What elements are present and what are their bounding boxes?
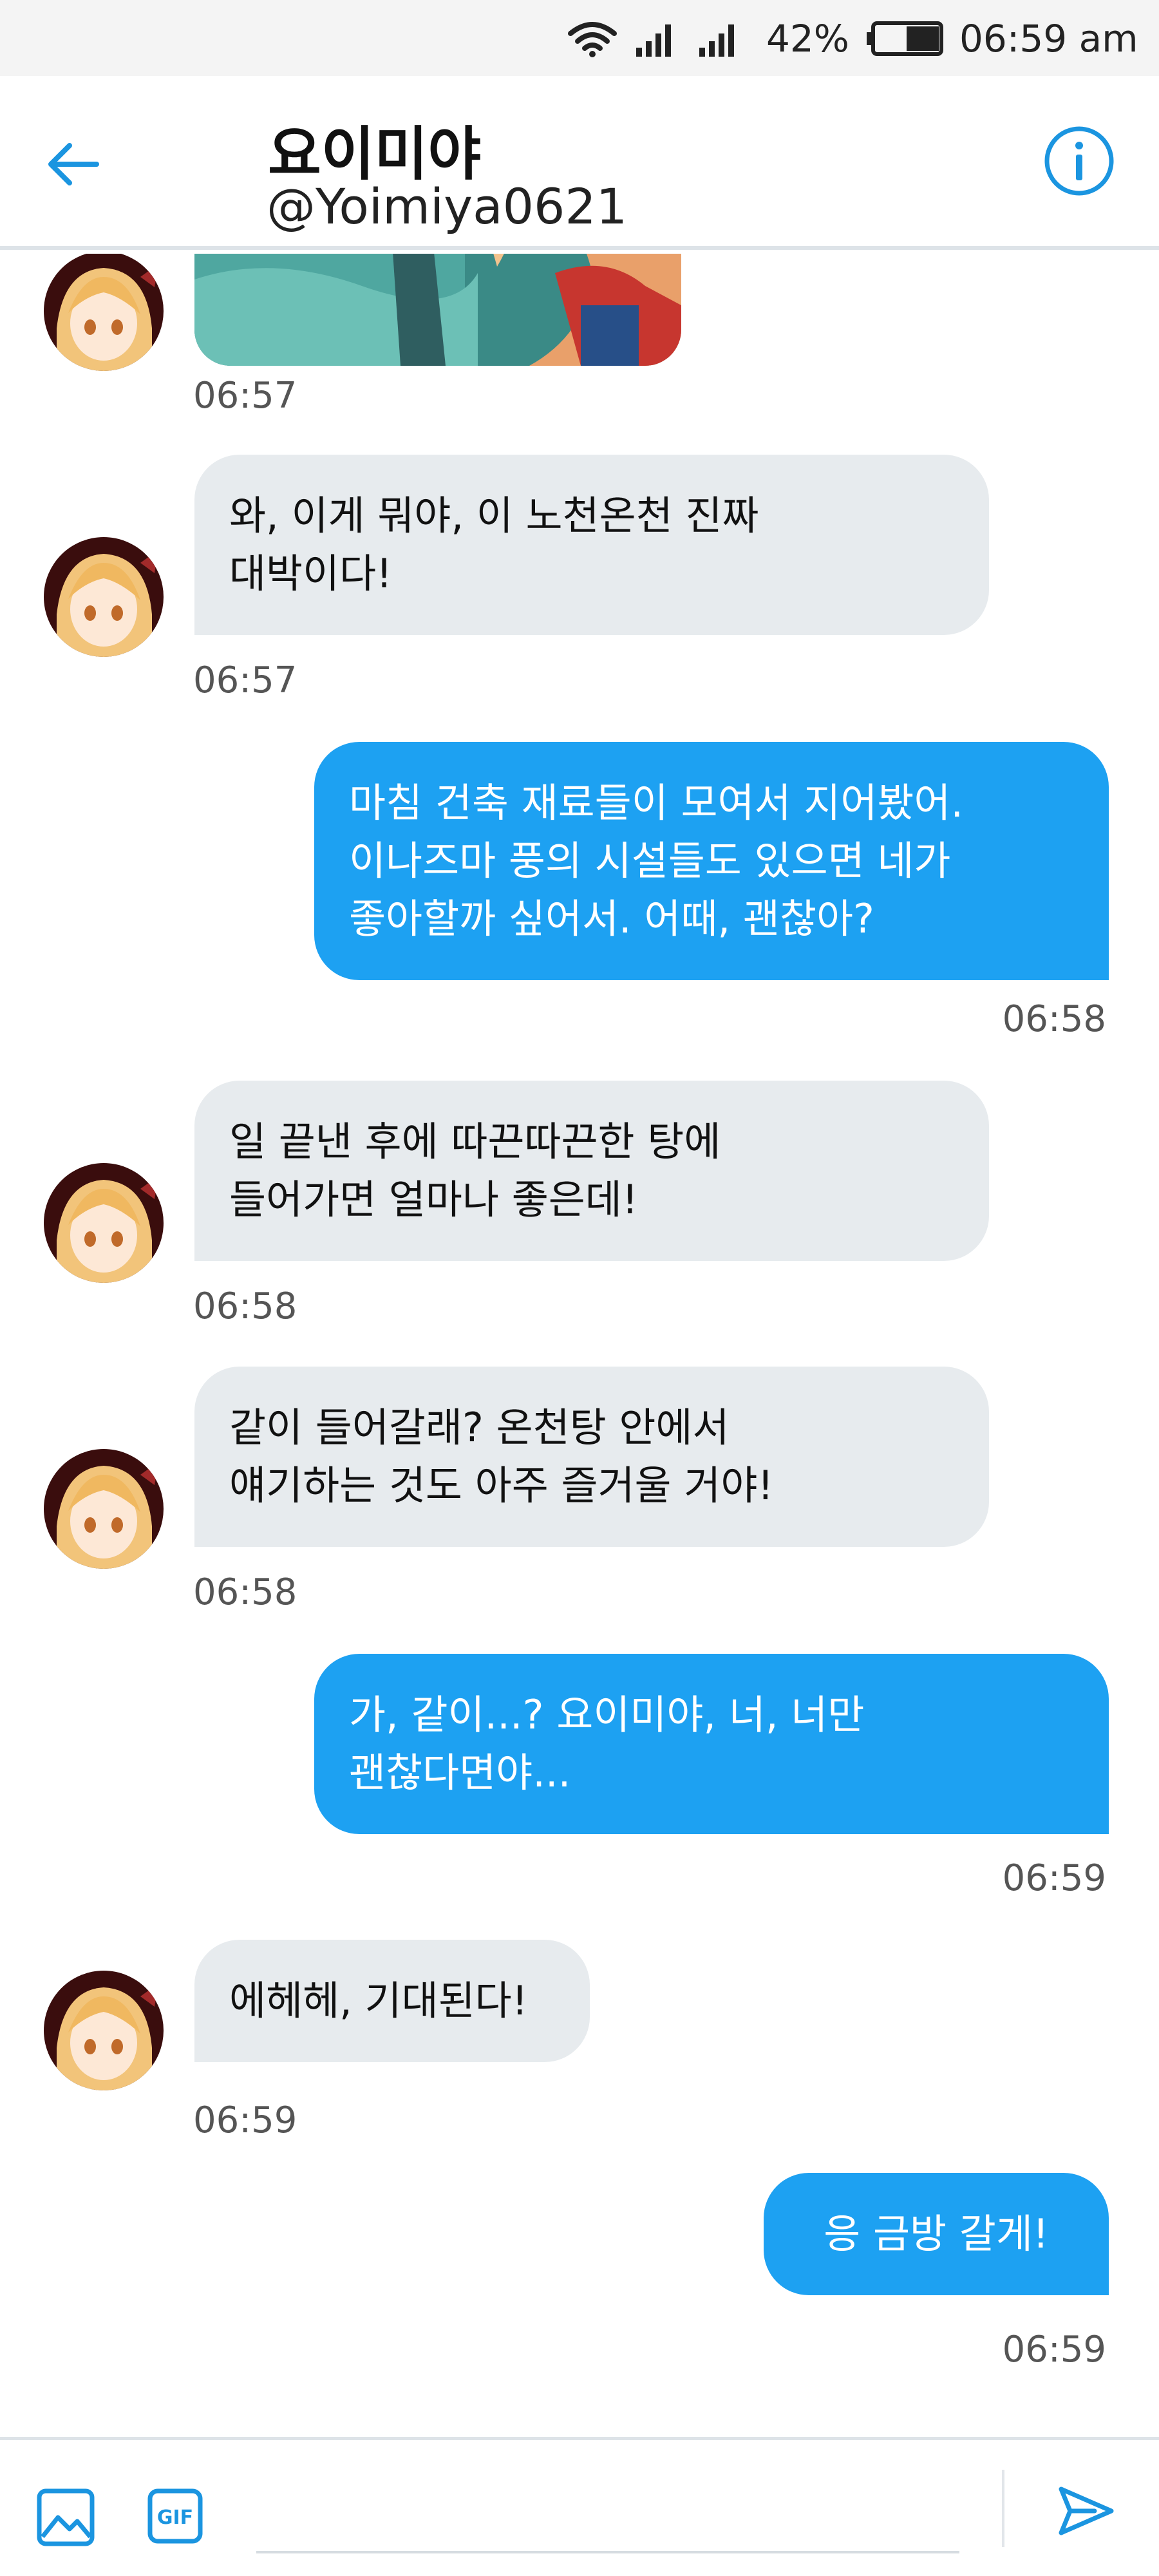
message-timestamp: 06:58 xyxy=(193,1285,297,1327)
battery-percent: 42% xyxy=(766,17,849,61)
message-composer: GIF xyxy=(0,2437,1159,2576)
outgoing-message[interactable]: 가, 같이...? 요이미야, 너, 너만 괜찮다면야... xyxy=(314,1654,1109,1834)
avatar[interactable] xyxy=(44,1971,164,2090)
message-timestamp: 06:58 xyxy=(193,1571,297,1613)
outgoing-message[interactable]: 응 금방 갈게! xyxy=(764,2173,1109,2295)
image-icon[interactable] xyxy=(36,2488,95,2547)
cellular-signal-icon xyxy=(699,24,734,57)
avatar[interactable] xyxy=(44,1449,164,1569)
divider xyxy=(1002,2470,1004,2547)
contact-handle: @Yoimiya0621 xyxy=(267,178,628,235)
message-timestamp: 06:59 xyxy=(1002,2329,1106,2371)
battery-icon xyxy=(867,21,943,56)
incoming-message[interactable]: 에헤헤, 기대된다! xyxy=(194,1940,590,2062)
message-timestamp: 06:57 xyxy=(193,659,297,701)
svg-text:GIF: GIF xyxy=(157,2506,193,2529)
message-list[interactable]: 06:57 와, 이게 뭐야, 이 노천온천 진짜 대박이다! 06:57 마침… xyxy=(0,254,1159,2436)
avatar[interactable] xyxy=(44,254,164,371)
outgoing-message[interactable]: 마침 건축 재료들이 모여서 지어봤어. 이나즈마 풍의 시설들도 있으면 네가… xyxy=(314,742,1109,980)
conversation-header: 요이미야 @Yoimiya0621 xyxy=(0,76,1159,250)
incoming-message[interactable]: 일 끝낸 후에 따끈따끈한 탕에 들어가면 얼마나 좋은데! xyxy=(194,1081,989,1261)
incoming-message[interactable]: 와, 이게 뭐야, 이 노천온천 진짜 대박이다! xyxy=(194,455,989,635)
message-timestamp: 06:57 xyxy=(193,375,297,417)
incoming-message[interactable]: 같이 들어갈래? 온천탕 안에서 얘기하는 것도 아주 즐거울 거야! xyxy=(194,1367,989,1547)
gif-icon[interactable]: GIF xyxy=(147,2488,203,2544)
avatar[interactable] xyxy=(44,1163,164,1283)
message-timestamp: 06:58 xyxy=(1002,998,1106,1040)
arrow-left-icon[interactable] xyxy=(44,135,102,193)
send-icon[interactable] xyxy=(1056,2481,1115,2541)
message-timestamp: 06:59 xyxy=(1002,1857,1106,1899)
image-attachment[interactable] xyxy=(194,254,681,366)
message-input[interactable] xyxy=(256,2463,959,2553)
message-timestamp: 06:59 xyxy=(193,2099,297,2141)
status-time: 06:59 am xyxy=(959,17,1138,61)
wifi-icon xyxy=(568,22,617,57)
info-circle-icon[interactable] xyxy=(1043,125,1115,197)
avatar[interactable] xyxy=(44,537,164,657)
cellular-signal-icon xyxy=(636,24,671,57)
status-bar: 42% 06:59 am xyxy=(0,0,1159,76)
